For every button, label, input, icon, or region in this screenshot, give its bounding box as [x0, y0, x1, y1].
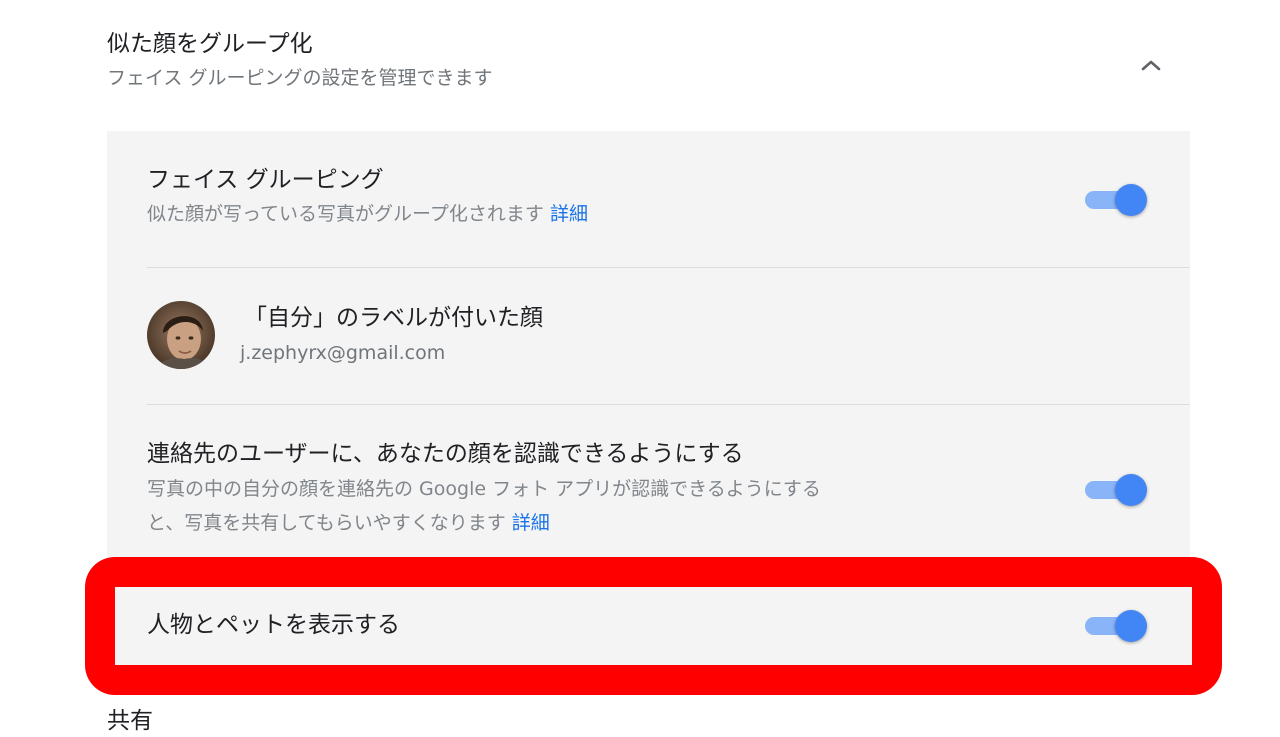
section-subtitle: フェイス グルーピングの設定を管理できます	[107, 67, 493, 89]
toggle-knob	[1115, 474, 1147, 506]
section-title: 似た顔をグループ化	[107, 31, 313, 57]
face-grouping-description: 似た顔が写っている写真がグループ化されます 詳細	[147, 198, 588, 230]
contacts-recognition-title: 連絡先のユーザーに、あなたの顔を認識できるようにする	[147, 441, 744, 467]
contacts-recognition-description-text: と、写真を共有してもらいやすくなります	[147, 512, 506, 534]
divider	[147, 267, 1190, 268]
face-grouping-toggle[interactable]	[1085, 183, 1149, 217]
collapse-button[interactable]	[1133, 50, 1169, 80]
toggle-knob	[1115, 610, 1147, 642]
face-grouping-description-text: 似た顔が写っている写真がグループ化されます	[147, 203, 544, 225]
contacts-recognition-description-line1: 写真の中の自分の顔を連絡先の Google フォト アプリが認識できるようにする	[147, 478, 821, 500]
divider	[147, 404, 1190, 405]
face-grouping-details-link[interactable]: 詳細	[550, 203, 588, 225]
chevron-up-icon	[1141, 60, 1161, 71]
show-people-pets-toggle[interactable]	[1085, 609, 1149, 643]
next-section-title: 共有	[107, 708, 153, 734]
contacts-recognition-toggle[interactable]	[1085, 473, 1149, 507]
self-label-title: 「自分」のラベルが付いた顔	[244, 305, 543, 331]
contacts-recognition-description-line2: と、写真を共有してもらいやすくなります 詳細	[147, 507, 550, 539]
show-people-pets-row: 人物とペットを表示する	[115, 587, 1192, 665]
self-label-email: j.zephyrx@gmail.com	[240, 342, 446, 364]
contacts-recognition-details-link[interactable]: 詳細	[512, 512, 550, 534]
show-people-pets-title: 人物とペットを表示する	[147, 612, 400, 638]
face-grouping-title: フェイス グルーピング	[147, 167, 384, 193]
settings-panel: フェイス グルーピング 似た顔が写っている写真がグループ化されます 詳細 「自分…	[107, 131, 1190, 560]
avatar[interactable]	[147, 301, 215, 369]
toggle-knob	[1115, 184, 1147, 216]
